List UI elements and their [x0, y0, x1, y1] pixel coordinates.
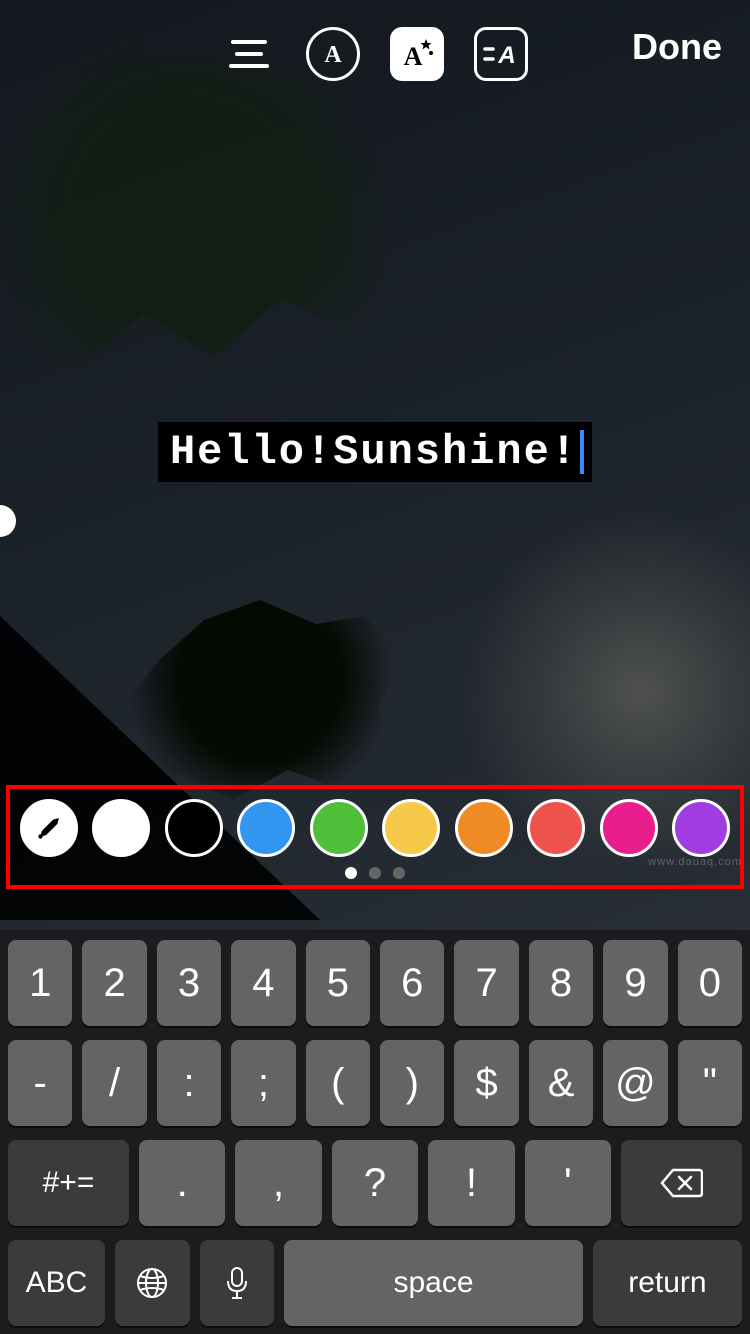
- keyboard-row-4: ABC space return: [8, 1240, 742, 1326]
- key-0[interactable]: 0: [678, 940, 742, 1026]
- key-dash[interactable]: -: [8, 1040, 72, 1126]
- ios-keyboard: 1 2 3 4 5 6 7 8 9 0 - / : ; ( ) $ & @ " …: [0, 930, 750, 1334]
- key-paren-close[interactable]: ): [380, 1040, 444, 1126]
- key-slash[interactable]: /: [82, 1040, 146, 1126]
- key-abc[interactable]: ABC: [8, 1240, 105, 1326]
- key-colon[interactable]: :: [157, 1040, 221, 1126]
- key-7[interactable]: 7: [454, 940, 518, 1026]
- color-swatch-orange[interactable]: [455, 799, 513, 857]
- text-effects-button[interactable]: A: [390, 27, 444, 81]
- svg-text:A: A: [404, 42, 423, 71]
- key-at[interactable]: @: [603, 1040, 667, 1126]
- key-return[interactable]: return: [593, 1240, 742, 1326]
- page-dot[interactable]: [393, 867, 405, 879]
- color-palette: [16, 793, 734, 863]
- key-5[interactable]: 5: [306, 940, 370, 1026]
- color-swatch-black[interactable]: [165, 799, 223, 857]
- key-globe[interactable]: [115, 1240, 190, 1326]
- page-dot[interactable]: [345, 867, 357, 879]
- key-dictation[interactable]: [200, 1240, 275, 1326]
- font-style-button[interactable]: A: [306, 27, 360, 81]
- alignment-button[interactable]: [222, 27, 276, 81]
- color-swatch-red[interactable]: [527, 799, 585, 857]
- color-swatch-pink[interactable]: [600, 799, 658, 857]
- key-semicolon[interactable]: ;: [231, 1040, 295, 1126]
- key-8[interactable]: 8: [529, 940, 593, 1026]
- eyedropper-button[interactable]: [20, 799, 78, 857]
- color-swatch-blue[interactable]: [237, 799, 295, 857]
- text-animation-button[interactable]: A: [474, 27, 528, 81]
- svg-text:A: A: [497, 42, 515, 69]
- key-dollar[interactable]: $: [454, 1040, 518, 1126]
- color-palette-highlight: [6, 785, 744, 889]
- keyboard-row-3: #+= . , ? ! ': [8, 1140, 742, 1226]
- keyboard-row-2: - / : ; ( ) $ & @ ": [8, 1040, 742, 1126]
- key-backspace[interactable]: [621, 1140, 742, 1226]
- key-paren-open[interactable]: (: [306, 1040, 370, 1126]
- key-space[interactable]: space: [284, 1240, 583, 1326]
- text-input-overlay[interactable]: Hello!Sunshine!: [158, 422, 592, 482]
- text-input-content: Hello!Sunshine!: [170, 428, 578, 476]
- key-4[interactable]: 4: [231, 940, 295, 1026]
- key-question[interactable]: ?: [332, 1140, 418, 1226]
- key-quote[interactable]: ": [678, 1040, 742, 1126]
- key-apostrophe[interactable]: ': [525, 1140, 611, 1226]
- color-swatch-green[interactable]: [310, 799, 368, 857]
- svg-text:A: A: [324, 42, 342, 68]
- key-1[interactable]: 1: [8, 940, 72, 1026]
- key-2[interactable]: 2: [82, 940, 146, 1026]
- key-comma[interactable]: ,: [235, 1140, 321, 1226]
- key-9[interactable]: 9: [603, 940, 667, 1026]
- color-swatch-yellow[interactable]: [382, 799, 440, 857]
- color-swatch-white[interactable]: [92, 799, 150, 857]
- key-6[interactable]: 6: [380, 940, 444, 1026]
- story-text-editor: A A A Done Hello!Sunshine!: [0, 0, 750, 1334]
- key-amp[interactable]: &: [529, 1040, 593, 1126]
- done-button[interactable]: Done: [632, 26, 722, 68]
- watermark: www.dauaq.com: [648, 856, 742, 868]
- key-exclaim[interactable]: !: [428, 1140, 514, 1226]
- key-period[interactable]: .: [139, 1140, 225, 1226]
- keyboard-row-1: 1 2 3 4 5 6 7 8 9 0: [8, 940, 742, 1026]
- page-dot[interactable]: [369, 867, 381, 879]
- text-cursor: [580, 430, 584, 474]
- key-3[interactable]: 3: [157, 940, 221, 1026]
- palette-page-dots: [16, 867, 734, 879]
- color-swatch-purple[interactable]: [672, 799, 730, 857]
- key-symbols[interactable]: #+=: [8, 1140, 129, 1226]
